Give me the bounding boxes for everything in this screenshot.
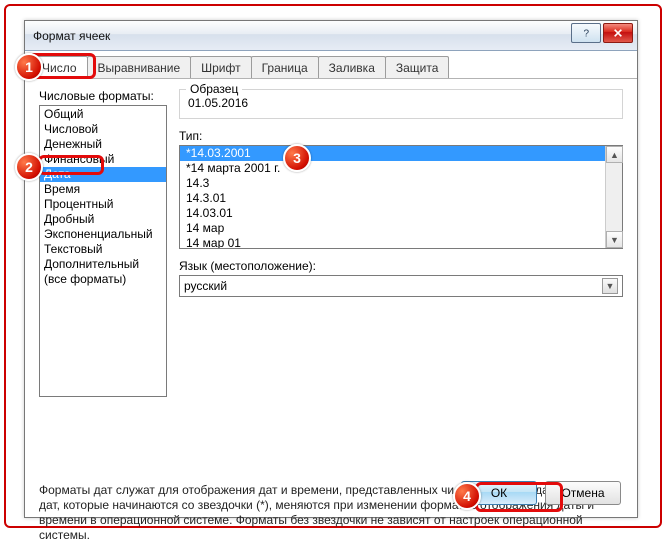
category-item[interactable]: Дополнительный xyxy=(40,257,166,272)
category-listbox[interactable]: ОбщийЧисловойДенежныйФинансовыйДатаВремя… xyxy=(39,105,167,397)
category-item[interactable]: Общий xyxy=(40,107,166,122)
tab-protection[interactable]: Защита xyxy=(385,56,450,78)
language-select[interactable]: русский ▼ xyxy=(179,275,623,297)
category-label: Числовые форматы: xyxy=(39,89,167,103)
callout-4: 4 xyxy=(453,482,481,510)
titlebar[interactable]: Формат ячеек ? xyxy=(25,21,637,51)
callout-2: 2 xyxy=(15,153,43,181)
type-item[interactable]: 14.03.01 xyxy=(180,206,605,221)
cancel-button[interactable]: Отмена xyxy=(545,481,621,505)
right-column: Образец 01.05.2016 Тип: *14.03.2001*14 м… xyxy=(179,89,623,297)
type-item[interactable]: *14.03.2001 xyxy=(180,146,605,161)
category-item[interactable]: Числовой xyxy=(40,122,166,137)
language-label: Язык (местоположение): xyxy=(179,259,623,273)
dialog-title: Формат ячеек xyxy=(33,29,110,43)
category-item[interactable]: Денежный xyxy=(40,137,166,152)
sample-label: Образец xyxy=(186,82,242,96)
type-scrollbar[interactable]: ▲ ▼ xyxy=(605,146,622,248)
tabs-row: Число Выравнивание Шрифт Граница Заливка… xyxy=(25,55,637,79)
language-value: русский xyxy=(184,279,227,293)
help-button[interactable]: ? xyxy=(571,23,601,43)
category-item[interactable]: Время xyxy=(40,182,166,197)
sample-box: Образец 01.05.2016 xyxy=(179,89,623,119)
chevron-down-icon: ▼ xyxy=(602,278,618,294)
tab-border[interactable]: Граница xyxy=(251,56,319,78)
tab-font[interactable]: Шрифт xyxy=(190,56,251,78)
callout-1: 1 xyxy=(15,53,43,81)
scroll-down-arrow-icon[interactable]: ▼ xyxy=(606,231,623,248)
close-button[interactable] xyxy=(603,23,633,43)
type-item[interactable]: *14 марта 2001 г. xyxy=(180,161,605,176)
dialog-buttons: ОК Отмена xyxy=(461,481,621,505)
scroll-up-arrow-icon[interactable]: ▲ xyxy=(606,146,623,163)
tab-alignment[interactable]: Выравнивание xyxy=(87,56,192,78)
type-listbox[interactable]: *14.03.2001*14 марта 2001 г.14.314.3.011… xyxy=(179,145,623,249)
type-label: Тип: xyxy=(179,129,623,143)
category-item[interactable]: Экспоненциальный xyxy=(40,227,166,242)
close-icon xyxy=(612,28,624,38)
category-item[interactable]: Текстовый xyxy=(40,242,166,257)
type-item[interactable]: 14.3.01 xyxy=(180,191,605,206)
category-item[interactable]: (все форматы) xyxy=(40,272,166,287)
category-item[interactable]: Процентный xyxy=(40,197,166,212)
language-section: Язык (местоположение): русский ▼ xyxy=(179,259,623,297)
tab-fill[interactable]: Заливка xyxy=(318,56,386,78)
sample-value: 01.05.2016 xyxy=(188,96,614,110)
category-item[interactable]: Дата xyxy=(40,167,166,182)
type-item[interactable]: 14.3 xyxy=(180,176,605,191)
category-item[interactable]: Дробный xyxy=(40,212,166,227)
callout-3: 3 xyxy=(283,144,311,172)
help-icon: ? xyxy=(580,28,592,38)
category-item[interactable]: Финансовый xyxy=(40,152,166,167)
type-item[interactable]: 14 мар 01 xyxy=(180,236,605,248)
window-controls: ? xyxy=(569,23,633,43)
left-column: Числовые форматы: ОбщийЧисловойДенежныйФ… xyxy=(39,89,167,397)
format-cells-dialog: Формат ячеек ? Число Выравнивание Шрифт … xyxy=(24,20,638,518)
screenshot-frame: Формат ячеек ? Число Выравнивание Шрифт … xyxy=(4,4,662,528)
type-item[interactable]: 14 мар xyxy=(180,221,605,236)
tab-content: Числовые форматы: ОбщийЧисловойДенежныйФ… xyxy=(25,79,637,475)
svg-text:?: ? xyxy=(584,28,590,38)
